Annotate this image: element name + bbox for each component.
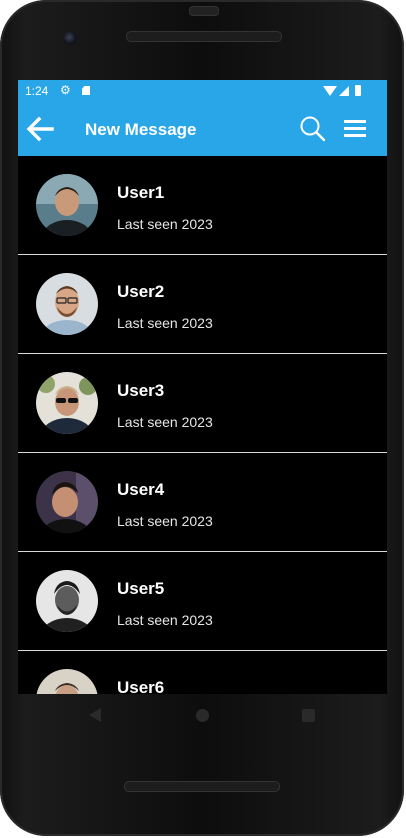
signal-icon [339, 86, 349, 96]
contact-row[interactable]: User2 Last seen 2023 [18, 255, 387, 354]
wifi-icon [323, 86, 337, 96]
avatar [36, 471, 98, 533]
app-bar: New Message [18, 102, 387, 156]
app-screen: 1:24 ⚙ New Message User1 Last seen 2023 … [18, 80, 387, 694]
back-arrow-icon[interactable] [26, 116, 54, 142]
avatar [36, 669, 98, 694]
contact-name: User4 [117, 480, 165, 499]
nav-home-icon[interactable] [196, 709, 209, 722]
contact-name: User2 [117, 282, 165, 301]
avatar [36, 372, 98, 434]
avatar [36, 174, 98, 236]
search-icon[interactable] [299, 115, 327, 143]
nav-back-icon[interactable] [89, 708, 101, 722]
contact-row[interactable]: User6 [18, 651, 387, 694]
contact-name: User6 [117, 678, 165, 694]
sd-card-icon [82, 86, 90, 95]
top-slit [189, 6, 219, 16]
contact-name: User5 [117, 579, 165, 598]
contact-row[interactable]: User5 Last seen 2023 [18, 552, 387, 651]
last-seen-text: Last seen 2023 [117, 414, 213, 430]
contact-name: User3 [117, 381, 165, 400]
front-camera [63, 31, 77, 45]
bottom-speaker [124, 781, 280, 792]
page-title: New Message [85, 120, 197, 139]
last-seen-text: Last seen 2023 [117, 612, 213, 628]
avatar [36, 273, 98, 335]
status-time: 1:24 [25, 84, 49, 98]
contact-row[interactable]: User4 Last seen 2023 [18, 453, 387, 552]
avatar [36, 570, 98, 632]
menu-icon[interactable] [343, 118, 367, 140]
device-frame: 1:24 ⚙ New Message User1 Last seen 2023 … [0, 0, 406, 838]
contact-row[interactable]: User1 Last seen 2023 [18, 156, 387, 255]
last-seen-text: Last seen 2023 [117, 216, 213, 232]
earpiece-speaker [126, 31, 282, 42]
gear-icon: ⚙ [60, 83, 71, 97]
last-seen-text: Last seen 2023 [117, 513, 213, 529]
nav-recents-icon[interactable] [302, 709, 315, 722]
contact-row[interactable]: User3 Last seen 2023 [18, 354, 387, 453]
status-bar: 1:24 ⚙ [18, 80, 387, 102]
last-seen-text: Last seen 2023 [117, 315, 213, 331]
contact-list: User1 Last seen 2023 User2 Last seen 202… [18, 156, 387, 694]
battery-icon [355, 85, 361, 96]
contact-name: User1 [117, 183, 165, 202]
